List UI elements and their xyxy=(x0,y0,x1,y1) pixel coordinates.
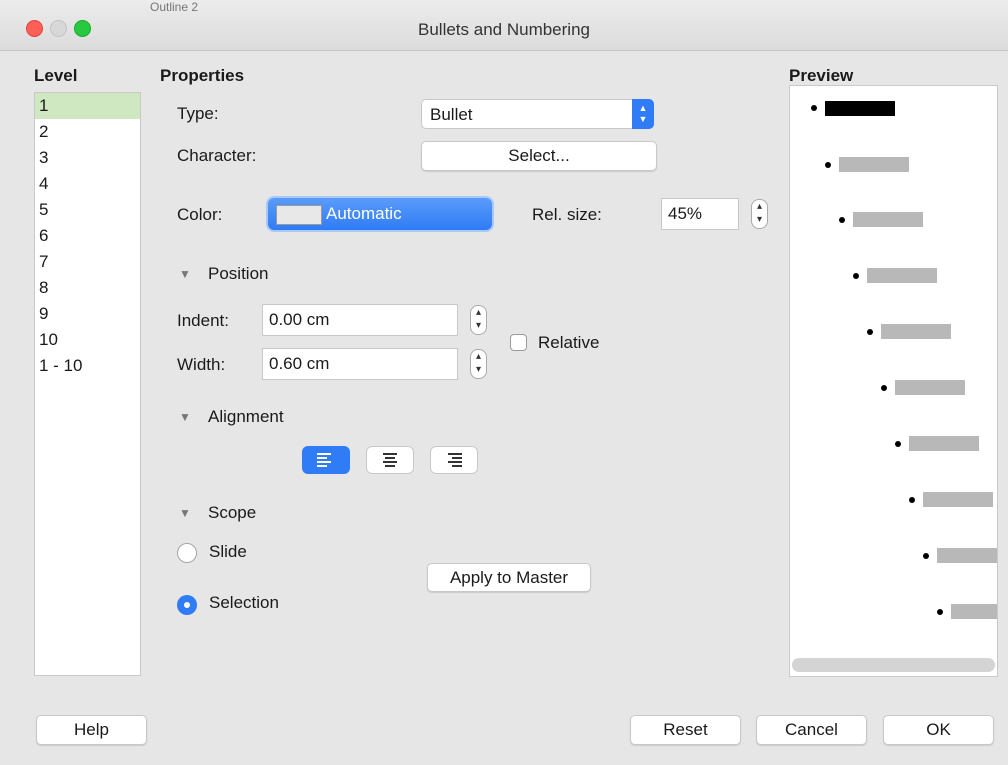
preview-scrollbar[interactable] xyxy=(792,658,995,672)
radio-dot xyxy=(184,602,190,608)
preview-line-1 xyxy=(825,101,895,116)
level-item-1[interactable]: 1 xyxy=(35,93,140,119)
relsize-stepper-icon[interactable]: ▴ ▾ xyxy=(751,199,768,229)
slide-label: Slide xyxy=(209,542,247,561)
align-right-icon xyxy=(448,453,462,467)
color-label: Color: xyxy=(177,205,223,224)
level-item-2[interactable]: 2 xyxy=(35,119,140,145)
bullet-dot xyxy=(909,497,915,503)
chevron-updown-icon: ▲ ▼ xyxy=(632,99,654,129)
bullet-dot xyxy=(881,385,887,391)
level-item-8[interactable]: 8 xyxy=(35,275,140,301)
color-value: Automatic xyxy=(326,204,402,223)
indent-label: Indent: xyxy=(177,311,229,330)
bullet-dot xyxy=(825,162,831,168)
selection-label: Selection xyxy=(209,593,279,612)
character-label: Character: xyxy=(177,146,257,165)
level-item-5[interactable]: 5 xyxy=(35,197,140,223)
width-input[interactable]: 0.60 cm xyxy=(262,348,458,380)
type-value: Bullet xyxy=(430,105,473,124)
window-title: Bullets and Numbering xyxy=(418,20,590,39)
bullet-dot xyxy=(853,273,859,279)
preview-line-7 xyxy=(909,436,979,451)
type-label: Type: xyxy=(177,104,219,123)
indent-input[interactable]: 0.00 cm xyxy=(262,304,458,336)
level-header: Level xyxy=(34,66,78,85)
level-item-7[interactable]: 7 xyxy=(35,249,140,275)
color-swatch xyxy=(276,205,322,225)
disclosure-triangle-icon[interactable]: ▼ xyxy=(179,267,191,281)
width-label: Width: xyxy=(177,355,226,374)
preview-line-5 xyxy=(881,324,951,339)
relative-checkbox[interactable] xyxy=(510,334,527,351)
relsize-label: Rel. size: xyxy=(532,205,602,224)
position-header: Position xyxy=(208,264,269,283)
properties-header: Properties xyxy=(160,66,245,85)
bullet-dot xyxy=(923,553,929,559)
width-stepper-icon[interactable]: ▴ ▾ xyxy=(470,349,487,379)
color-dropdown[interactable]: Automatic xyxy=(268,198,492,230)
slide-radio[interactable] xyxy=(177,543,197,563)
background-window-text: Outline 2 xyxy=(150,0,199,12)
level-item-all[interactable]: 1 - 10 xyxy=(35,353,140,379)
preview-line-2 xyxy=(839,157,909,172)
preview-line-8 xyxy=(923,492,993,507)
relsize-input[interactable]: 45% xyxy=(661,198,739,230)
level-item-10[interactable]: 10 xyxy=(35,327,140,353)
help-button[interactable]: Help xyxy=(36,715,147,745)
cancel-button[interactable]: Cancel xyxy=(756,715,867,745)
align-right-button[interactable] xyxy=(430,446,478,474)
level-item-6[interactable]: 6 xyxy=(35,223,140,249)
bullet-dot xyxy=(937,609,943,615)
level-item-9[interactable]: 9 xyxy=(35,301,140,327)
indent-stepper-icon[interactable]: ▴ ▾ xyxy=(470,305,487,335)
bullet-dot xyxy=(895,441,901,447)
scope-header: Scope xyxy=(208,503,257,522)
ok-button[interactable]: OK xyxy=(883,715,994,745)
preview-line-6 xyxy=(895,380,965,395)
alignment-header: Alignment xyxy=(208,407,284,426)
apply-to-master-button[interactable]: Apply to Master xyxy=(427,563,591,592)
level-item-4[interactable]: 4 xyxy=(35,171,140,197)
align-left-icon xyxy=(317,453,331,467)
preview-line-4 xyxy=(867,268,937,283)
selection-radio[interactable] xyxy=(177,595,197,615)
reset-button[interactable]: Reset xyxy=(630,715,741,745)
preview-header: Preview xyxy=(789,66,854,85)
preview-pane xyxy=(789,85,998,677)
level-item-3[interactable]: 3 xyxy=(35,145,140,171)
preview-line-3 xyxy=(853,212,923,227)
type-select[interactable]: Bullet ▲ ▼ xyxy=(421,99,654,129)
preview-line-9 xyxy=(937,548,997,563)
disclosure-triangle-icon[interactable]: ▼ xyxy=(179,506,191,520)
select-character-button[interactable]: Select... xyxy=(421,141,657,171)
level-list[interactable]: 1 2 3 4 5 6 7 8 9 10 1 - 10 xyxy=(34,92,141,676)
align-center-button[interactable] xyxy=(366,446,414,474)
bullet-dot xyxy=(839,217,845,223)
bullet-dot xyxy=(867,329,873,335)
relative-label: Relative xyxy=(538,333,600,352)
bullet-dot xyxy=(811,105,817,111)
preview-line-10 xyxy=(951,604,997,619)
align-center-icon xyxy=(383,453,397,467)
disclosure-triangle-icon[interactable]: ▼ xyxy=(179,410,191,424)
align-left-button[interactable] xyxy=(302,446,350,474)
